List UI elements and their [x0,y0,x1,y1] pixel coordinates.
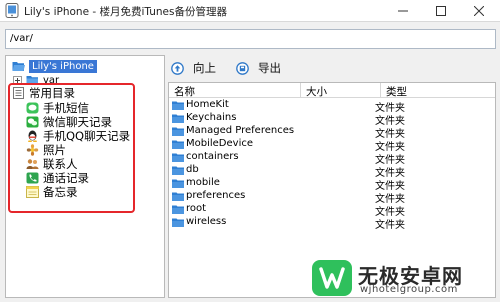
window-title: Lily's iPhone - 楼月免费iTunes备份管理器 [24,6,227,18]
file-name: HomeKit [186,99,229,110]
column-header-name[interactable]: 名称 [169,83,301,98]
minimize-icon [398,10,408,12]
export-button-label: 导出 [258,61,281,75]
table-row[interactable]: HomeKit 文件夹 [169,99,495,114]
file-name: db [186,164,199,175]
table-row[interactable]: root 文件夹 [169,203,495,218]
path-input[interactable]: /var/ [5,29,496,49]
folder-icon [172,166,184,175]
folder-icon [172,218,184,227]
table-row[interactable]: preferences 文件夹 [169,190,495,205]
export-icon [236,61,249,75]
tree-item-label: Lily's iPhone [29,59,97,73]
table-row[interactable]: wireless 文件夹 [169,216,495,231]
folder-icon [172,205,184,214]
file-name: containers [186,151,239,162]
file-name: wireless [186,216,227,227]
file-name: preferences [186,190,246,201]
table-row[interactable]: Keychains 文件夹 [169,112,495,127]
column-header-size[interactable]: 大小 [301,83,381,98]
folder-icon [172,114,184,123]
maximize-icon [436,6,446,16]
maximize-button[interactable] [422,0,460,22]
folder-icon [172,101,184,110]
folder-icon [172,127,184,136]
up-button[interactable]: 向上 [171,60,216,76]
file-name: mobile [186,177,220,188]
title-bar: Lily's iPhone - 楼月免费iTunes备份管理器 [0,0,500,22]
folder-icon [172,192,184,201]
table-row[interactable]: Managed Preferences 文件夹 [169,125,495,140]
watermark-logo-icon [312,260,352,296]
close-icon [474,6,484,16]
file-name: root [186,203,207,214]
arrow-up-icon [171,61,184,75]
watermark: 无极安卓网 wjhotelgroup.com [312,256,497,300]
folder-icon [172,153,184,162]
tree-item-device[interactable]: Lily's iPhone [12,59,97,73]
highlight-box [8,83,135,213]
file-type: 文件夹 [375,220,405,231]
file-name: MobileDevice [186,138,254,149]
table-row[interactable]: containers 文件夹 [169,151,495,166]
minimize-button[interactable] [384,0,422,22]
close-button[interactable] [460,0,498,22]
folder-icon [172,179,184,188]
up-button-label: 向上 [193,61,216,75]
column-header-type[interactable]: 类型 [381,83,495,98]
table-row[interactable]: MobileDevice 文件夹 [169,138,495,153]
app-icon [5,3,19,18]
folder-open-icon [12,62,25,71]
export-button[interactable]: 导出 [236,60,281,76]
table-row[interactable]: mobile 文件夹 [169,177,495,192]
file-name: Managed Preferences [186,125,295,136]
watermark-url: wjhotelgroup.com [360,284,458,295]
table-row[interactable]: db 文件夹 [169,164,495,179]
folder-icon [172,140,184,149]
file-name: Keychains [186,112,237,123]
